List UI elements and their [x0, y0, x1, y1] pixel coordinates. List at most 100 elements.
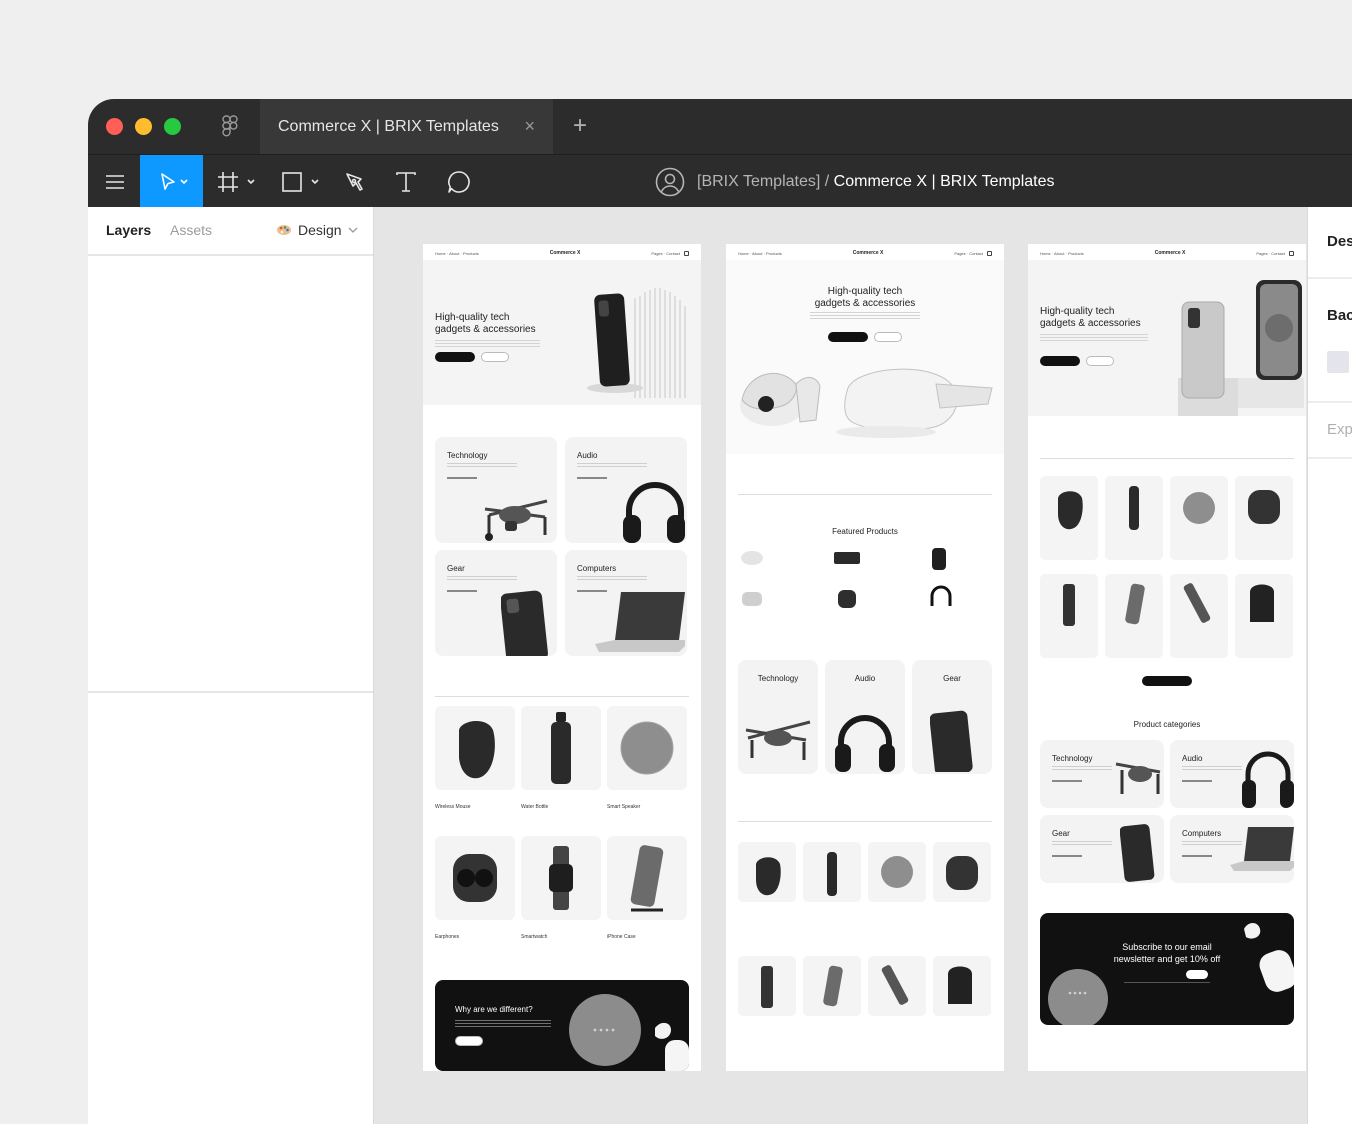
featured-products-title: Featured Products: [832, 527, 898, 536]
category-card-technology[interactable]: Technology: [1040, 740, 1164, 808]
new-tab-button[interactable]: +: [573, 112, 587, 140]
about-us-button[interactable]: [455, 1036, 483, 1046]
main-menu-icon[interactable]: [102, 155, 128, 208]
product-grid[interactable]: [1040, 476, 1294, 662]
category-card-computers[interactable]: Computers: [1170, 815, 1294, 883]
design-section-label: Des: [1327, 233, 1352, 250]
category-card-technology[interactable]: Technology: [738, 660, 818, 774]
pen-tool-icon[interactable]: [342, 155, 368, 208]
background-section[interactable]: Bac: [1308, 279, 1352, 403]
frame-tool-button[interactable]: [216, 155, 260, 208]
hero-title-line-1: High-quality tech: [435, 312, 510, 323]
mini-navbar: Home · About · Products Commerce X Pages…: [435, 250, 689, 256]
category-card-computers[interactable]: Computers: [565, 550, 687, 656]
product-tile-earphones[interactable]: [435, 836, 515, 920]
browse-products-button[interactable]: [435, 352, 475, 362]
comment-tool-icon[interactable]: [446, 155, 472, 208]
category-card-gear[interactable]: Gear: [435, 550, 557, 656]
mini-navbar: Home · About · Products Commerce X Pages…: [1040, 250, 1294, 256]
maximize-window-button[interactable]: [164, 118, 181, 135]
browse-products-button[interactable]: [828, 332, 868, 342]
product-tile-mouse[interactable]: [435, 706, 515, 790]
tab-assets[interactable]: Assets: [170, 222, 212, 238]
drone-image: [484, 499, 548, 541]
left-panel-tabs: Layers Assets Design: [88, 207, 373, 256]
close-window-button[interactable]: [106, 118, 123, 135]
tab-commerce-x[interactable]: Commerce X | BRIX Templates ×: [260, 99, 553, 154]
breadcrumb-separator: /: [824, 173, 830, 190]
mini-brand: Commerce X: [549, 250, 581, 256]
breadcrumb[interactable]: [BRIX Templates] / Commerce X | BRIX Tem…: [655, 167, 1055, 197]
hero-section: High-quality tech gadgets & accessories: [423, 260, 701, 405]
banner-title: Why are we different?: [455, 1005, 533, 1014]
hero-title-line-1: High-quality tech: [1040, 306, 1115, 317]
category-title: Computers: [577, 564, 617, 573]
filter-bar[interactable]: [1040, 458, 1294, 459]
browse-all-products-button[interactable]: [1142, 676, 1192, 686]
category-title: Technology: [447, 451, 488, 460]
canvas-frame-3[interactable]: Home · About · Products Commerce X Pages…: [1028, 244, 1306, 1071]
text-tool-icon[interactable]: [394, 155, 418, 208]
product-tile-iphone-case[interactable]: [607, 836, 687, 920]
shape-tool-button[interactable]: [280, 155, 324, 208]
product-tile-speaker[interactable]: [607, 706, 687, 790]
category-title: Audio: [1182, 754, 1203, 763]
product-name: Smartwatch: [521, 934, 548, 940]
product-name: iPhone Case: [607, 934, 636, 940]
filter-bar[interactable]: [435, 696, 689, 697]
category-card-audio[interactable]: Audio: [825, 660, 905, 774]
product-tile-bottle[interactable]: [521, 706, 601, 790]
team-avatar-icon[interactable]: [655, 167, 685, 197]
canvas-frame-1[interactable]: Home · About · Products Commerce X Pages…: [423, 244, 701, 1071]
tab-title: Commerce X | BRIX Templates: [278, 117, 499, 135]
category-title: Gear: [1052, 829, 1070, 838]
title-bar: Commerce X | BRIX Templates × +: [88, 99, 1352, 154]
product-name: Smart Speaker: [607, 804, 641, 810]
category-card-audio[interactable]: Audio: [565, 437, 687, 543]
minimize-window-button[interactable]: [135, 118, 152, 135]
product-tile-smartwatch[interactable]: [521, 836, 601, 920]
product-name: Earphones: [435, 934, 460, 940]
about-us-button[interactable]: [874, 332, 902, 342]
mini-brand: Commerce X: [1154, 250, 1186, 256]
about-us-button[interactable]: [481, 352, 509, 362]
filter-bar[interactable]: [738, 821, 992, 822]
category-card-audio[interactable]: Audio: [1170, 740, 1294, 808]
hero-title-line-2: gadgets & accessories: [435, 324, 536, 335]
newsletter-banner: Subscribe to our email newsletter and ge…: [1040, 913, 1294, 1025]
export-section[interactable]: Exp: [1308, 403, 1352, 459]
breadcrumb-file[interactable]: Commerce X | BRIX Templates: [834, 173, 1055, 190]
background-section-label: Bac: [1327, 307, 1352, 324]
hero-title-line-2: gadgets & accessories: [1040, 318, 1141, 329]
chevron-down-icon: [179, 178, 188, 184]
figma-logo-icon[interactable]: [222, 115, 238, 142]
laptop-image: [595, 592, 685, 652]
left-panel: Layers Assets Design: [88, 207, 374, 1124]
about-us-button[interactable]: [1086, 356, 1114, 366]
right-panel: Des Bac Exp: [1307, 207, 1352, 1124]
phones-hero-image: [1178, 280, 1304, 416]
product-grid[interactable]: [738, 842, 992, 1056]
export-section-label: Exp: [1327, 421, 1352, 438]
category-card-gear[interactable]: Gear: [912, 660, 992, 774]
design-section[interactable]: Des: [1308, 207, 1352, 279]
tab-layers[interactable]: Layers: [106, 222, 151, 238]
category-title: Audio: [577, 451, 598, 460]
category-title: Audio: [854, 674, 876, 683]
featured-products-list[interactable]: [738, 544, 992, 614]
headphones-image: [623, 482, 685, 543]
design-system-dropdown[interactable]: Design: [276, 222, 358, 238]
category-card-technology[interactable]: Technology: [435, 437, 557, 543]
move-tool-button[interactable]: [140, 155, 203, 208]
breadcrumb-team[interactable]: [BRIX Templates]: [697, 173, 820, 190]
background-color-swatch[interactable]: [1327, 351, 1349, 373]
tab-close-icon[interactable]: ×: [524, 116, 535, 137]
category-title: Technology: [1052, 754, 1093, 763]
canvas-frame-2[interactable]: Home · About · Products Commerce X Pages…: [726, 244, 1004, 1071]
mini-brand: Commerce X: [852, 250, 884, 256]
browse-products-button[interactable]: [1040, 356, 1080, 366]
category-card-gear[interactable]: Gear: [1040, 815, 1164, 883]
subscribe-button[interactable]: [1186, 970, 1208, 979]
chevron-down-icon: [348, 227, 358, 233]
category-title: Technology: [757, 674, 799, 683]
